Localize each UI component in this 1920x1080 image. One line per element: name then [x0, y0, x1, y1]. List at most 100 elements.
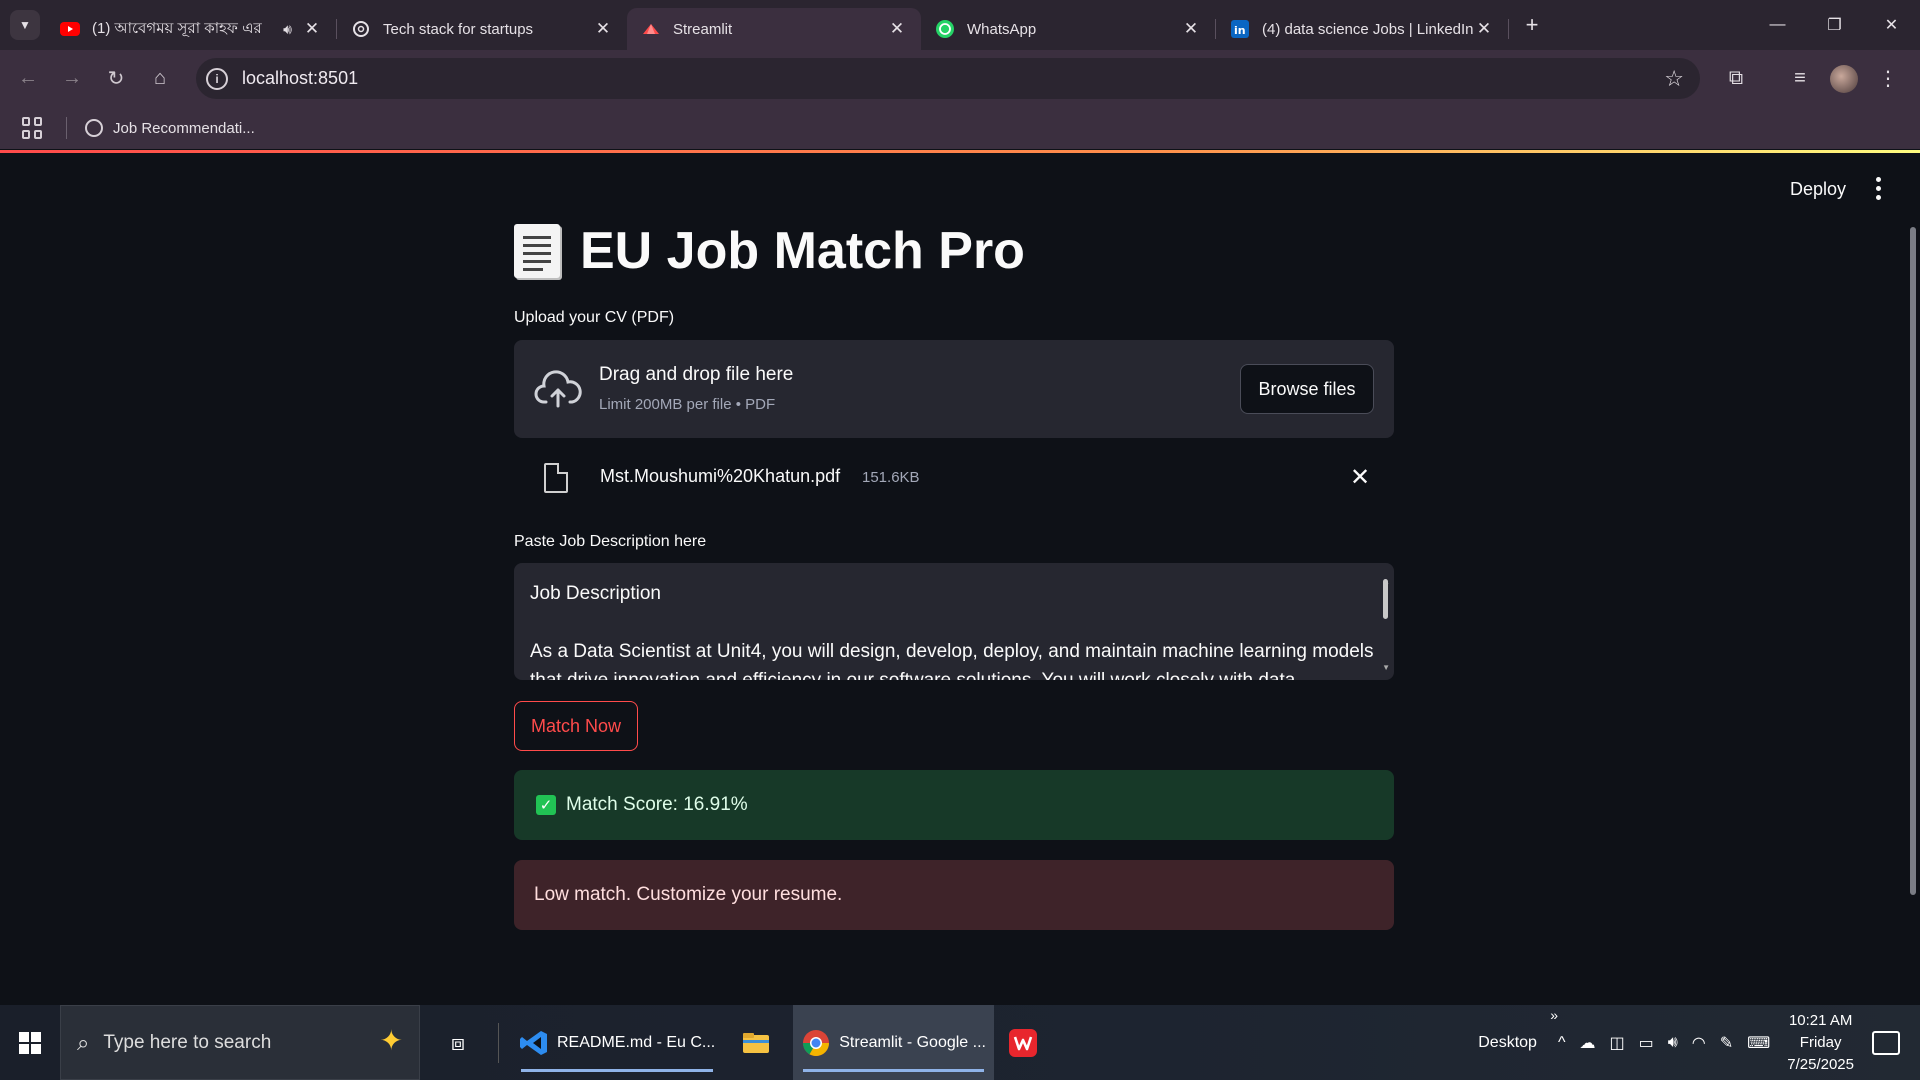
tab-youtube[interactable]: (1) আবেগময় সূরা কাহফ এর 🔊︎ ✕ [46, 8, 336, 50]
clock-day: Friday [1799, 1033, 1842, 1051]
advice-text: Low match. Customize your resume. [534, 884, 843, 905]
back-icon[interactable]: ← [6, 59, 50, 99]
new-tab-button[interactable]: + [1517, 10, 1547, 40]
openai-icon [351, 19, 371, 39]
reload-icon[interactable]: ↻ [94, 59, 138, 99]
match-score-text: Match Score: 16.91% [566, 794, 748, 815]
page-scrollbar[interactable] [1910, 227, 1916, 895]
file-dropzone[interactable]: Drag and drop file here Limit 200MB per … [514, 340, 1394, 438]
home-icon[interactable]: ⌂ [138, 59, 182, 99]
tab-streamlit[interactable]: Streamlit ✕ [627, 8, 921, 50]
textarea-line: Job Description [530, 583, 661, 604]
show-hidden-icons-icon[interactable]: ^ [1558, 1034, 1566, 1052]
vscode-icon [520, 1030, 547, 1055]
task-view-icon[interactable]: ⧈ [430, 1030, 486, 1056]
extensions-icon[interactable]: ⧉ [1714, 67, 1758, 90]
bookmarks-bar: Job Recommendati... [0, 107, 1920, 149]
notification-center-icon[interactable] [1872, 1030, 1900, 1055]
close-tab-icon[interactable]: ✕ [887, 19, 907, 39]
cloud-upload-icon [534, 370, 582, 408]
wifi-icon[interactable]: ◠ [1692, 1033, 1706, 1053]
minimize-icon[interactable]: — [1749, 0, 1806, 50]
close-tab-icon[interactable]: ✕ [302, 19, 322, 39]
check-mark-icon: ✓ [536, 795, 556, 815]
whatsapp-icon [935, 19, 955, 39]
apps-grid-icon[interactable] [22, 117, 44, 139]
taskbar-app-wps[interactable] [1000, 1005, 1054, 1080]
media-controls-icon[interactable]: ≡ [1778, 67, 1822, 90]
scroll-down-icon[interactable]: ▼ [1382, 653, 1390, 680]
main-menu-icon[interactable] [1876, 177, 1882, 200]
taskbar-app-chrome[interactable]: Streamlit - Google ... [793, 1005, 994, 1080]
sparkle-icon: ✦ [379, 1025, 403, 1056]
tab-title: (1) আবেগময় সূরা কাহফ এর [92, 19, 262, 37]
wps-icon [1008, 1028, 1037, 1057]
speaker-icon[interactable]: 🔊︎ [283, 21, 292, 38]
address-bar[interactable]: i localhost:8501 ☆ [196, 58, 1700, 99]
system-tray: » Desktop ^ ☁ ◫ ▭ 🔊︎ ◠ ✎ ⌨ 10:21 AM Frid… [1471, 1005, 1920, 1080]
restore-icon[interactable]: ❐ [1806, 0, 1863, 50]
textarea-scrollbar[interactable] [1383, 579, 1388, 619]
taskbar-app-label: README.md - Eu C... [557, 1033, 716, 1051]
file-icon [544, 463, 568, 493]
textarea-line: that drive innovation and efficiency in … [530, 666, 1354, 680]
taskbar-search[interactable]: ⌕ Type here to search ✦ [60, 1005, 420, 1080]
windows-taskbar: ⌕ Type here to search ✦ ⧈ README.md - Eu… [0, 1005, 1920, 1080]
browse-files-button[interactable]: Browse files [1240, 364, 1374, 414]
clock-date: 7/25/2025 [1787, 1055, 1854, 1073]
bookmark-star-icon[interactable]: ☆ [1664, 66, 1684, 92]
close-tab-icon[interactable]: ✕ [1474, 19, 1494, 39]
taskbar-app-vscode[interactable]: README.md - Eu C... [511, 1005, 723, 1080]
close-tab-icon[interactable]: ✕ [1181, 19, 1201, 39]
taskbar-app-explorer[interactable] [733, 1005, 787, 1080]
desktop-toolbar-label[interactable]: Desktop [1478, 1034, 1537, 1052]
site-info-icon[interactable]: i [206, 67, 228, 90]
chevron-down-icon: ▼ [19, 18, 31, 32]
match-now-button[interactable]: Match Now [514, 701, 638, 751]
browser-toolbar: ← → ↻ ⌂ i localhost:8501 ☆ ⧉ ≡ ⋮ [0, 50, 1920, 107]
toolbar-actions: ⧉ ≡ ⋮ [1714, 58, 1910, 99]
url-text[interactable]: localhost:8501 [242, 68, 358, 89]
tab-tech-stack[interactable]: Tech stack for startups ✕ [337, 8, 627, 50]
tab-search-button[interactable]: ▼ [10, 10, 40, 40]
tab-title: (4) data science Jobs | LinkedIn [1262, 20, 1474, 38]
tab-title: WhatsApp [967, 20, 1037, 38]
streamlit-app: Deploy EU Job Match Pro Upload your CV (… [0, 153, 1920, 1005]
search-icon: ⌕ [77, 1029, 90, 1055]
dropzone-title: Drag and drop file here [599, 364, 794, 385]
start-button[interactable] [0, 1005, 60, 1080]
textarea-line [530, 608, 1354, 637]
deploy-button[interactable]: Deploy [1790, 179, 1846, 200]
remove-file-icon[interactable]: ✕ [1350, 463, 1370, 492]
battery-icon[interactable]: ▭ [1639, 1033, 1654, 1053]
bookmark-job-recommendation[interactable]: Job Recommendati... [85, 119, 255, 137]
onedrive-icon[interactable]: ☁ [1579, 1033, 1595, 1053]
file-name: Mst.Moushumi%20Khatun.pdf [600, 466, 841, 486]
tab-whatsapp[interactable]: WhatsApp ✕ [921, 8, 1215, 50]
tab-title: Tech stack for startups [383, 20, 534, 38]
taskbar-divider [498, 1022, 499, 1063]
volume-icon[interactable]: 🔊︎ [1668, 1034, 1678, 1052]
bookmark-label: Job Recommendati... [113, 119, 255, 137]
profile-avatar[interactable] [1830, 64, 1858, 93]
system-clock[interactable]: 10:21 AM Friday 7/25/2025 [1787, 1010, 1854, 1076]
tab-title: Streamlit [673, 20, 733, 38]
search-placeholder: Type here to search [103, 1031, 272, 1053]
forward-icon[interactable]: → [50, 59, 94, 99]
close-window-icon[interactable]: ✕ [1863, 0, 1920, 50]
file-explorer-icon [743, 1032, 770, 1053]
close-tab-icon[interactable]: ✕ [593, 19, 613, 39]
keyboard-icon[interactable]: ⌨ [1747, 1033, 1770, 1053]
job-description-textarea[interactable]: Job Description As a Data Scientist at U… [514, 563, 1394, 680]
page-title-text: EU Job Match Pro [580, 222, 1025, 280]
meet-now-icon[interactable]: ◫ [1609, 1033, 1624, 1053]
tab-linkedin[interactable]: in (4) data science Jobs | LinkedIn ✕ [1216, 8, 1508, 50]
bookmark-divider [66, 117, 67, 139]
overflow-chevron-icon[interactable]: » [1550, 1007, 1558, 1023]
file-size: 151.6KB [862, 469, 920, 486]
page-title: EU Job Match Pro [514, 221, 1025, 281]
pen-icon[interactable]: ✎ [1720, 1033, 1733, 1053]
page-facing-up-icon [514, 224, 560, 278]
uploaded-file: Mst.Moushumi%20Khatun.pdf 151.6KB ✕ [514, 453, 1394, 513]
menu-icon[interactable]: ⋮ [1866, 66, 1910, 91]
